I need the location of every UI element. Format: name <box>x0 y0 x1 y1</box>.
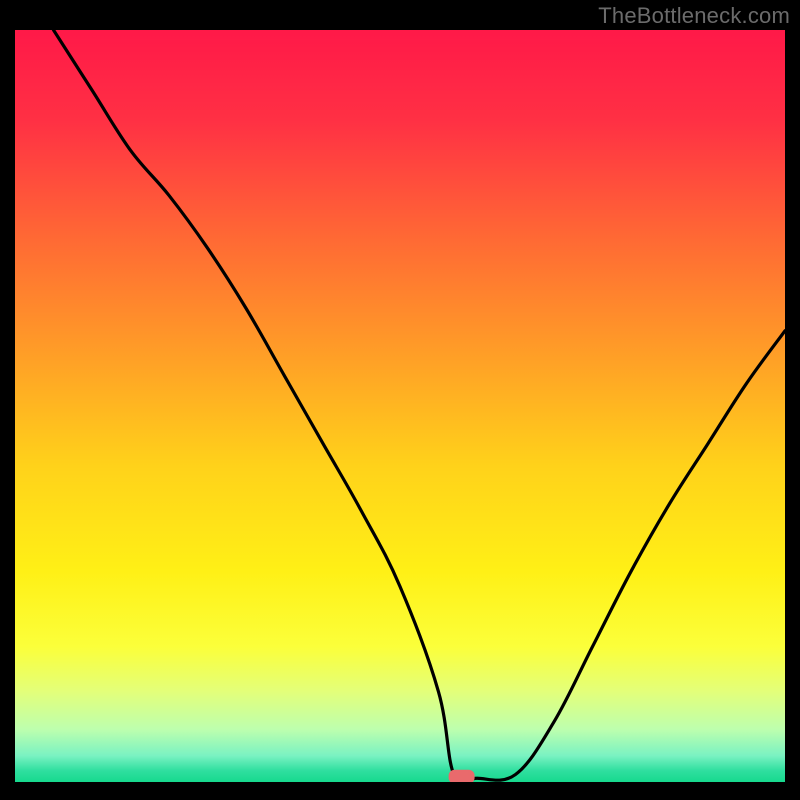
bottleneck-chart <box>0 0 800 800</box>
plot-background <box>15 30 785 782</box>
watermark-text: TheBottleneck.com <box>598 3 790 29</box>
chart-frame: { "watermark": "TheBottleneck.com", "cha… <box>0 0 800 800</box>
optimum-marker <box>449 770 475 784</box>
